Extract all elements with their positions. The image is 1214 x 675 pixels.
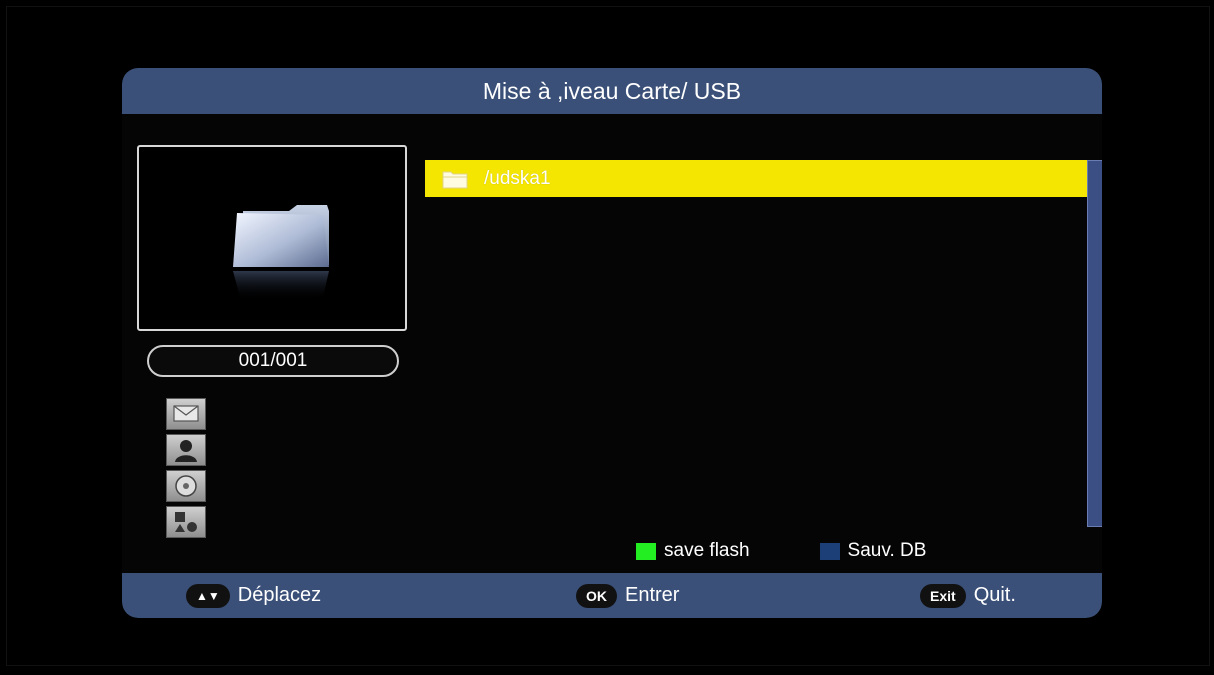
color-key-legend: save flash Sauv. DB: [636, 538, 1056, 564]
folder-name: /udska1: [484, 167, 551, 189]
media-category-bar: [166, 398, 208, 542]
apps-icon[interactable]: [166, 506, 206, 538]
hint-ok: OK Entrer: [576, 583, 680, 608]
upgrade-dialog: Mise à ,iveau Carte/ USB 001/001 /udska1…: [122, 68, 1102, 618]
green-key-icon: [636, 542, 656, 560]
exit-key-icon: Exit: [920, 583, 966, 608]
folder-icon: [233, 205, 329, 301]
mail-icon[interactable]: [166, 398, 206, 430]
hint-label: Entrer: [625, 584, 680, 606]
title-bar: Mise à ,iveau Carte/ USB: [122, 68, 1102, 114]
scrollbar[interactable]: [1087, 160, 1102, 527]
hint-move: ▲▼ Déplacez: [186, 583, 322, 608]
hint-label: Déplacez: [237, 584, 322, 606]
ok-key-icon: OK: [576, 583, 617, 608]
legend-save-db[interactable]: Sauv. DB: [819, 540, 927, 562]
legend-label: Sauv. DB: [847, 540, 927, 561]
file-counter: 001/001: [147, 345, 399, 377]
list-item[interactable]: /udska1: [425, 160, 1089, 197]
legend-label: save flash: [664, 540, 750, 561]
person-icon[interactable]: [166, 434, 206, 466]
hint-exit: Exit Quit.: [920, 583, 1016, 608]
disc-icon[interactable]: [166, 470, 206, 502]
dialog-title: Mise à ,iveau Carte/ USB: [482, 77, 742, 104]
blue-key-icon: [819, 542, 840, 560]
up-down-arrows-icon: ▲▼: [186, 583, 230, 608]
folder-icon: [442, 171, 468, 188]
file-list: /udska1: [425, 160, 1089, 525]
hint-label: Quit.: [973, 584, 1016, 606]
legend-save-flash[interactable]: save flash: [636, 540, 750, 562]
preview-pane: [137, 145, 407, 331]
footer-bar: ▲▼ Déplacez OK Entrer Exit Quit.: [122, 573, 1102, 618]
